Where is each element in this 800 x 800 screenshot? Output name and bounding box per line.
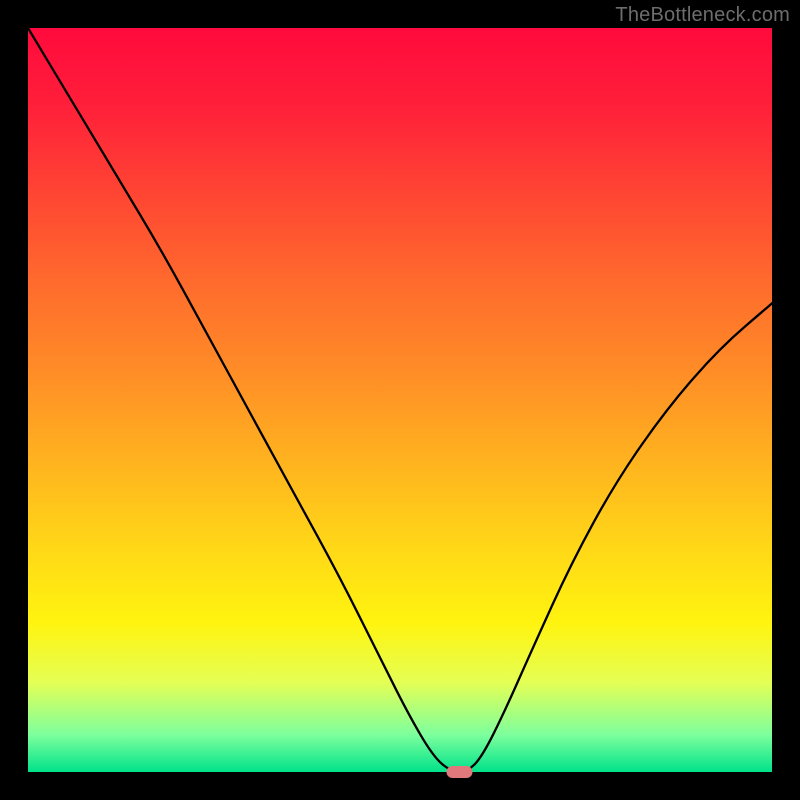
bottleneck-curve bbox=[28, 28, 772, 772]
watermark-text: TheBottleneck.com bbox=[615, 4, 790, 27]
optimum-marker bbox=[447, 766, 473, 778]
curve-layer bbox=[28, 28, 772, 772]
chart-frame: TheBottleneck.com bbox=[0, 0, 800, 800]
plot-area bbox=[28, 28, 772, 772]
